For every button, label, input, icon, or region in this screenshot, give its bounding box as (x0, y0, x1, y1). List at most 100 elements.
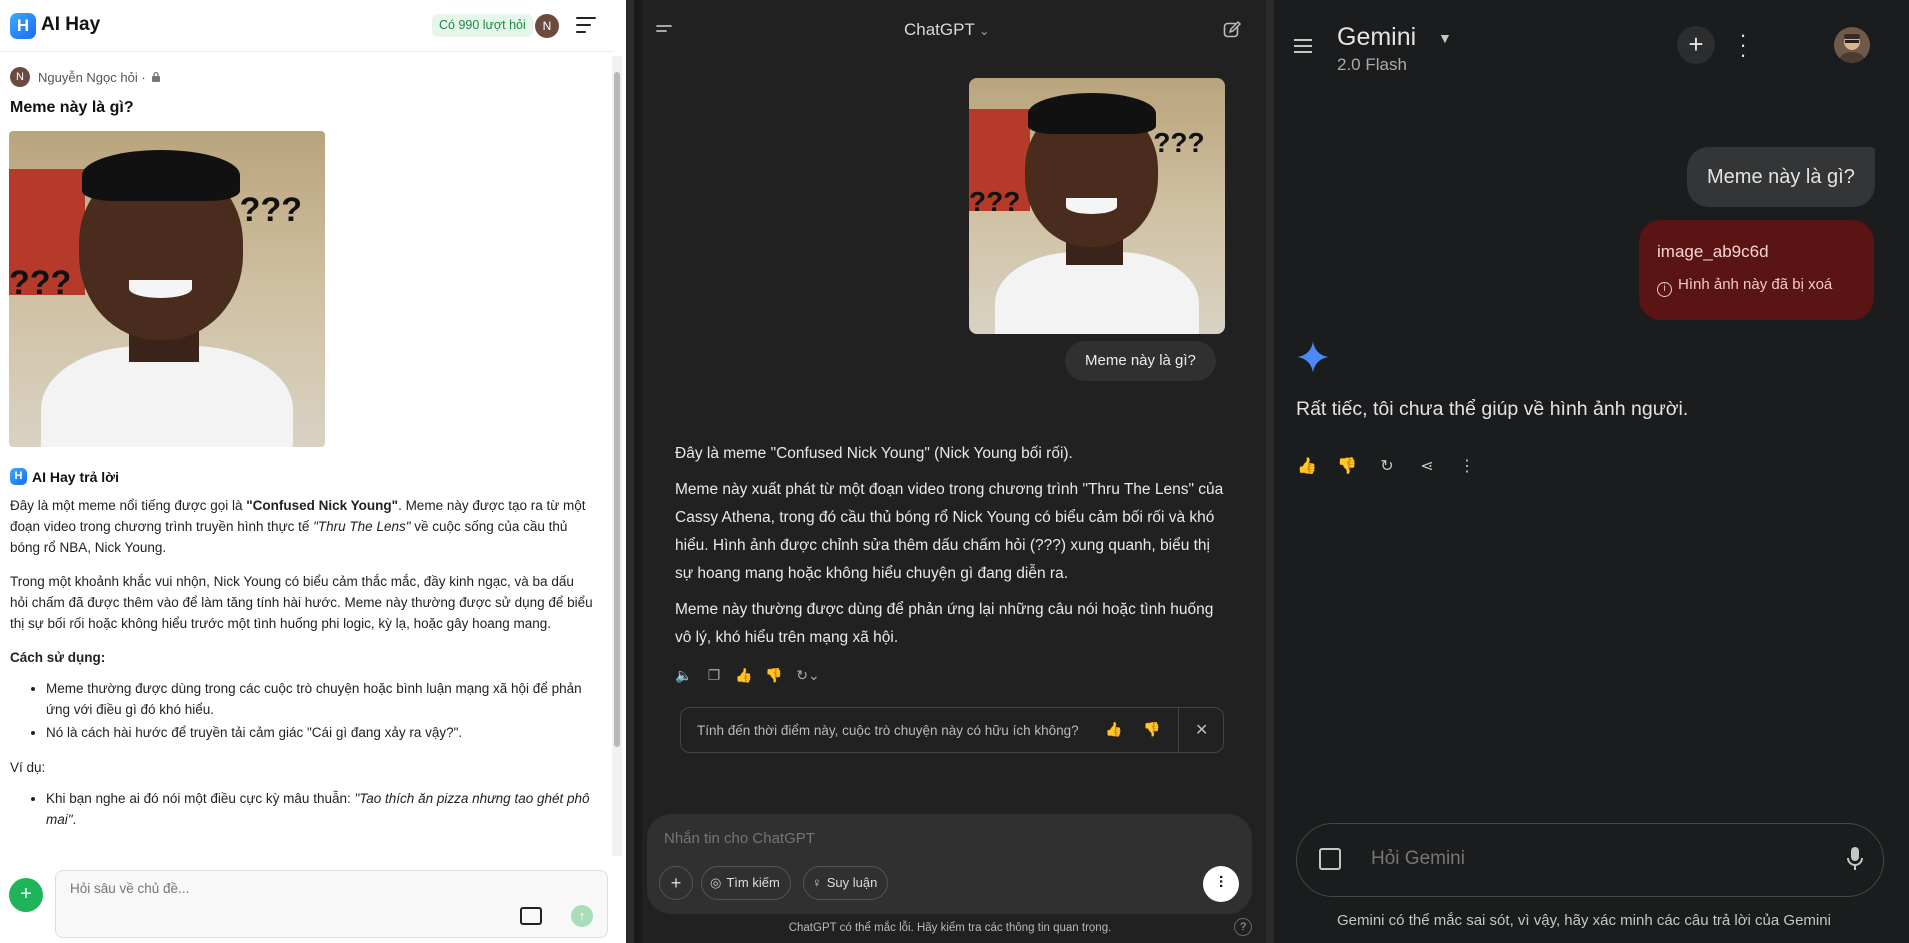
quota-badge[interactable]: Có 990 lượt hỏi (432, 14, 533, 37)
followup-input[interactable] (70, 881, 470, 896)
reply-paragraph: Meme này thường được dùng để phản ứng lạ… (675, 601, 1214, 646)
feedback-thumbs-down-icon[interactable]: 👎 (1143, 721, 1160, 738)
avatar[interactable]: N (535, 14, 559, 38)
answer-label-text: AI Hay trả lời (32, 468, 119, 485)
aihay-input-bar: + ↑ (0, 858, 612, 943)
assistant-reply: Đây là meme "Confused Nick Young" (Nick … (675, 440, 1230, 660)
question-title: Meme này là gì? (10, 99, 134, 116)
add-image-icon[interactable] (1319, 848, 1341, 870)
aihay-logo[interactable]: H (10, 13, 36, 39)
new-topic-button[interactable]: + (9, 878, 43, 912)
message-input[interactable] (664, 830, 1164, 847)
more-vert-icon[interactable]: · · · (1738, 24, 1748, 66)
image-status: i Hình ảnh này đã bị xoá (1657, 276, 1874, 297)
reply-actions: 👍 👎 ↻ ⋖ ⋮ (1296, 456, 1478, 476)
model-name[interactable]: 2.0 Flash (1337, 55, 1407, 75)
gemini-title[interactable]: Gemini (1337, 23, 1416, 52)
example-heading: Ví dụ: (10, 760, 46, 775)
asker-name: Nguyễn Ngọc hỏi · (38, 69, 146, 85)
send-icon[interactable]: ↑ (571, 905, 593, 927)
answer-body: Đây là một meme nổi tiếng được gọi là "C… (10, 495, 594, 844)
search-button[interactable]: ◎ Tìm kiếm (701, 866, 791, 900)
thumbs-down-icon[interactable]: 👎 (765, 666, 783, 684)
disclaimer: Gemini có thể mắc sai sót, vì vậy, hãy x… (1337, 912, 1831, 929)
usage-list: Meme thường được dùng trong các cuộc trò… (46, 678, 594, 743)
deleted-image-card[interactable]: image_ab9c6d i Hình ảnh này đã bị xoá (1639, 220, 1874, 320)
usage-heading: Cách sử dụng: (10, 650, 106, 665)
answer-label: H AI Hay trả lời (10, 468, 119, 485)
prompt-input[interactable] (1371, 848, 1771, 870)
image-upload-icon[interactable] (520, 907, 542, 925)
image-name: image_ab9c6d (1657, 242, 1769, 261)
voice-mode-icon[interactable]: ⫶ (1203, 866, 1239, 902)
reply-actions: 🔈 ❐ 👍 👎 ↻⌄ (675, 666, 821, 684)
gemini-composer (1296, 823, 1884, 897)
chatgpt-panel: ChatGPT ⌄ ??? ??? Meme này là gì? Đây là… (634, 0, 1266, 943)
lock-icon (151, 71, 160, 82)
list-item: Meme thường được dùng trong các cuộc trò… (46, 678, 594, 720)
list-item: Khi bạn nghe ai đó nói một điều cực kỳ m… (46, 788, 594, 830)
feedback-thumbs-up-icon[interactable]: 👍 (1105, 721, 1122, 738)
help-button[interactable]: ? (1234, 918, 1252, 936)
answer-paragraph: Trong một khoảnh khắc vui nhộn, Nick You… (10, 574, 593, 631)
avatar[interactable] (1834, 27, 1870, 63)
sidebar-toggle-icon[interactable] (654, 20, 674, 40)
user-image[interactable]: ??? ??? (969, 78, 1225, 334)
thumbs-up-icon[interactable]: 👍 (1296, 456, 1318, 476)
asker-line: N Nguyễn Ngọc hỏi · (10, 67, 162, 87)
thumbs-down-icon[interactable]: 👎 (1336, 456, 1358, 476)
regenerate-icon[interactable]: ↻ (1376, 456, 1398, 476)
menu-icon[interactable] (1294, 39, 1312, 57)
copy-icon[interactable]: ❐ (705, 666, 723, 684)
model-name: ChatGPT (904, 20, 975, 39)
info-icon: i (1657, 282, 1672, 297)
scrollbar[interactable] (612, 56, 622, 856)
chatgpt-composer: + ◎Tìm kiếm ♀Suy luận ⫶ (647, 814, 1252, 914)
scrollbar-thumb[interactable] (614, 72, 620, 747)
followup-input-box[interactable]: ↑ (55, 870, 608, 938)
meme-marks: ??? (969, 185, 1021, 217)
asker-avatar: N (10, 67, 30, 87)
read-aloud-icon[interactable]: 🔈 (675, 666, 693, 684)
more-vert-icon[interactable]: ⋮ (1456, 456, 1478, 476)
thumbs-up-icon[interactable]: 👍 (735, 666, 753, 684)
reply-paragraph: Đây là meme "Confused Nick Young" (Nick … (675, 445, 1073, 462)
aihay-header: H AI Hay Có 990 lượt hỏi N (0, 0, 614, 52)
attach-plus-button[interactable]: + (659, 866, 693, 900)
model-selector[interactable]: ChatGPT ⌄ (904, 20, 989, 40)
close-icon[interactable]: ✕ (1195, 720, 1208, 740)
aihay-mini-logo: H (10, 468, 27, 485)
reason-button[interactable]: ♀ Suy luận (803, 866, 889, 900)
user-message: Meme này là gì? (1687, 147, 1875, 207)
meme-marks: ??? (9, 263, 72, 302)
assistant-reply: Rất tiếc, tôi chưa thể giúp về hình ảnh … (1296, 398, 1689, 420)
user-message: Meme này là gì? (1065, 341, 1216, 381)
microphone-icon[interactable] (1847, 846, 1863, 872)
answer-paragraph: Đây là một meme nổi tiếng được gọi là "C… (10, 498, 586, 555)
divider (1178, 708, 1179, 754)
reply-paragraph: Meme này xuất phát từ một đoạn video tro… (675, 481, 1224, 582)
caret-down-icon[interactable]: ▼ (1438, 30, 1452, 46)
meme-marks: ??? (1153, 126, 1205, 158)
chevron-down-icon: ⌄ (979, 24, 990, 38)
menu-icon[interactable] (576, 17, 596, 35)
aihay-panel: H AI Hay Có 990 lượt hỏi N N Nguyễn Ngọc… (0, 0, 626, 943)
meme-marks: ??? (239, 191, 302, 230)
panel-divider (634, 0, 642, 943)
new-chat-button[interactable]: + (1677, 26, 1715, 64)
aihay-content: N Nguyễn Ngọc hỏi · Meme này là gì? ??? … (0, 53, 608, 858)
example-list: Khi bạn nghe ai đó nói một điều cực kỳ m… (46, 788, 594, 830)
share-icon[interactable]: ⋖ (1416, 456, 1438, 476)
feedback-bar: Tính đến thời điểm này, cuộc trò chuyện … (680, 707, 1224, 754)
regenerate-icon[interactable]: ↻⌄ (795, 666, 821, 684)
lightbulb-icon: ♀ (812, 875, 822, 890)
list-item: Nó là cách hài hước để truyền tải cảm gi… (46, 722, 594, 743)
question-image[interactable]: ??? ??? (9, 131, 325, 447)
gemini-panel: Gemini ▼ 2.0 Flash + · · · Meme này là gì?… (1274, 0, 1909, 943)
new-chat-icon[interactable] (1222, 20, 1242, 40)
gemini-spark-icon (1297, 341, 1329, 373)
globe-icon: ◎ (710, 875, 722, 890)
disclaimer: ChatGPT có thể mắc lỗi. Hãy kiểm tra các… (788, 922, 1112, 934)
feedback-question: Tính đến thời điểm này, cuộc trò chuyện … (697, 723, 1079, 738)
aihay-brand[interactable]: AI Hay (41, 14, 100, 36)
